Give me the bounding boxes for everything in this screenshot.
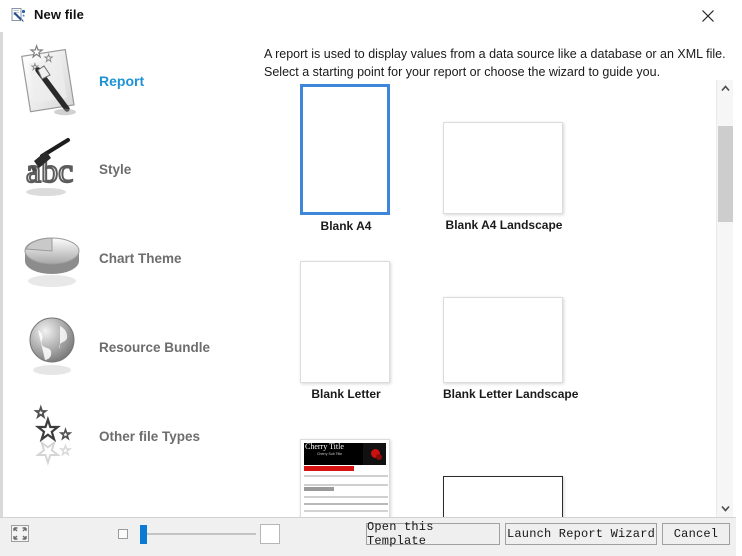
description-line-2: Select a starting point for your report …	[264, 65, 661, 79]
sidebar-item-label: Resource Bundle	[99, 340, 211, 355]
description-line-1: A report is used to display values from …	[264, 47, 726, 61]
cherry-gray-band	[304, 487, 334, 491]
globe-icon	[9, 305, 95, 391]
paintbrush-abc-icon: abc	[9, 127, 95, 213]
sidebar-item-resource-bundle[interactable]: Resource Bundle	[3, 303, 253, 392]
template-thumbnail	[300, 261, 390, 383]
category-sidebar: Report abc Style Chart Theme Resource Bu…	[0, 32, 253, 517]
template-item-blank-letter-landscape[interactable]: Blank Letter Landscape	[443, 297, 579, 401]
template-thumbnail: Cherry Title Cherry Sub Title	[300, 439, 390, 517]
panel-description: A report is used to display values from …	[264, 45, 726, 81]
cancel-button[interactable]: Cancel	[662, 523, 730, 545]
template-item-blank-a4-landscape[interactable]: Blank A4 Landscape	[443, 122, 565, 232]
sidebar-item-report[interactable]: Report	[3, 36, 253, 125]
new-file-icon	[10, 7, 28, 25]
templates-scrollbar[interactable]	[716, 80, 733, 517]
sidebar-item-other-file-types[interactable]: Other file Types	[3, 392, 253, 481]
open-this-template-button[interactable]: Open this Template	[366, 520, 500, 548]
cherry-fruit-icon-2	[376, 454, 382, 460]
template-label: Blank A4 Landscape	[443, 218, 565, 232]
fit-to-window-icon[interactable]	[11, 525, 29, 542]
dialog-content: Report abc Style Chart Theme Resource Bu…	[0, 32, 736, 517]
report-wand-icon	[9, 38, 95, 124]
template-thumbnail	[300, 84, 390, 215]
zoom-slider[interactable]	[118, 524, 280, 544]
dialog-titlebar: New file	[0, 0, 736, 32]
stars-icon	[9, 394, 95, 480]
zoom-slider-handle[interactable]	[140, 525, 147, 544]
cherry-subtitle-text: Cherry Sub Title	[317, 452, 343, 456]
template-grid[interactable]: Blank A4 Blank A4 Landscape Blank Letter…	[253, 84, 717, 517]
dialog-title: New file	[34, 7, 84, 22]
template-thumbnail	[443, 122, 563, 214]
cherry-image-box	[363, 443, 386, 465]
sidebar-item-label: Report	[99, 72, 145, 89]
template-item-blank-a4[interactable]: Blank A4	[300, 84, 392, 233]
new-file-dialog: New file Report abc Style Chart Theme Re…	[0, 0, 736, 556]
sidebar-item-chart-theme[interactable]: Chart Theme	[3, 214, 253, 303]
template-item-row3-landscape[interactable]	[443, 476, 565, 517]
cherry-rule	[304, 475, 388, 477]
template-item-cherry[interactable]: Cherry Title Cherry Sub Title	[300, 439, 392, 517]
sidebar-item-label: Style	[99, 162, 132, 177]
chevron-up-icon[interactable]	[717, 80, 734, 97]
chevron-down-icon[interactable]	[717, 500, 734, 517]
zoom-small-icon[interactable]	[118, 529, 128, 539]
cherry-preview: Cherry Title Cherry Sub Title	[301, 440, 389, 517]
template-thumbnail	[443, 297, 563, 383]
template-label: Blank Letter Landscape	[443, 387, 579, 401]
cherry-rule	[304, 496, 388, 498]
zoom-slider-track[interactable]	[140, 533, 256, 535]
template-label: Blank A4	[300, 219, 392, 233]
cherry-red-bar	[304, 466, 355, 471]
cherry-rule	[304, 510, 388, 512]
launch-report-wizard-button[interactable]: Launch Report Wizard	[505, 523, 657, 545]
cherry-title-text: Cherry Title	[305, 442, 344, 451]
sidebar-item-label: Chart Theme	[99, 251, 182, 266]
templates-panel: A report is used to display values from …	[253, 32, 736, 517]
pie-chart-icon	[9, 216, 95, 302]
sidebar-item-label: Other file Types	[99, 429, 201, 444]
sidebar-item-style[interactable]: abc Style	[3, 125, 253, 214]
template-label: Blank Letter	[300, 387, 392, 401]
cherry-rule	[304, 484, 388, 486]
close-icon[interactable]	[686, 0, 730, 32]
zoom-large-icon[interactable]	[260, 524, 280, 544]
cherry-rule	[304, 503, 388, 505]
template-item-blank-letter[interactable]: Blank Letter	[300, 261, 392, 401]
template-thumbnail	[443, 476, 563, 517]
scrollbar-thumb[interactable]	[718, 126, 733, 222]
